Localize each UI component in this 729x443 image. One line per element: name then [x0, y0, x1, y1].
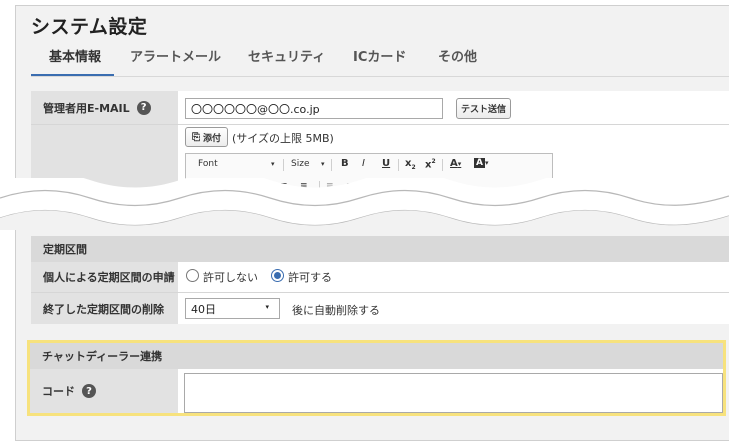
email-input[interactable]: 〇〇〇〇〇〇@〇〇.co.jp [185, 98, 443, 119]
size-select[interactable]: Size [291, 159, 309, 169]
deny-radio[interactable] [186, 269, 199, 282]
tab-divider [31, 76, 729, 77]
toolbar-separator [442, 159, 443, 171]
page-title: システム設定 [31, 16, 148, 38]
toolbar-separator [283, 159, 284, 171]
chevron-down-icon[interactable]: ▾ [271, 160, 275, 168]
chevron-down-icon: ▾ [265, 303, 269, 311]
italic-button[interactable]: I [362, 158, 365, 169]
tab-other[interactable]: その他 [438, 46, 477, 76]
superscript-button[interactable]: x2 [425, 158, 436, 170]
test-send-button[interactable]: テスト送信 [456, 98, 511, 119]
bold-button[interactable]: B [341, 158, 349, 169]
text-color-button[interactable]: A▾ [450, 158, 461, 169]
period-settings-table: 定期区間 個人による定期区間の申請 許可しない 許可する 終了した定期区間の削除… [31, 236, 729, 324]
email-label-cell: 管理者用E-MAIL ? [31, 91, 178, 124]
deny-radio-label[interactable]: 許可しない [203, 269, 258, 285]
highlight-frame [27, 340, 726, 416]
email-value-cell: 〇〇〇〇〇〇@〇〇.co.jp テスト送信 [179, 91, 729, 124]
period-apply-value-cell: 許可しない 許可する [179, 262, 729, 292]
underline-button[interactable]: U [382, 158, 390, 169]
background-color-button[interactable]: A ▾ [474, 158, 488, 168]
tab-security[interactable]: セキュリティ [248, 46, 325, 76]
tab-alert-mail[interactable]: アラートメール [130, 46, 221, 76]
torn-edge-divider [0, 178, 729, 230]
help-icon[interactable]: ? [136, 100, 151, 115]
toolbar-separator [398, 159, 399, 171]
delete-days-select[interactable]: 40日 ▾ [185, 298, 280, 319]
period-delete-row: 終了した定期区間の削除 40日 ▾ 後に自動削除する [31, 293, 729, 324]
font-select[interactable]: Font [198, 159, 218, 169]
attach-button[interactable]: ⎘ 添付 [185, 127, 228, 147]
delete-suffix-text: 後に自動削除する [292, 304, 380, 317]
paperclip-icon: ⎘ [191, 131, 200, 143]
allow-radio[interactable] [271, 269, 284, 282]
toolbar-separator [331, 159, 332, 171]
attach-button-label: 添付 [202, 133, 221, 144]
period-section-header: 定期区間 [31, 236, 729, 262]
period-apply-row: 個人による定期区間の申請 許可しない 許可する [31, 262, 729, 292]
tab-ic-card[interactable]: ICカード [353, 46, 406, 76]
period-delete-value-cell: 40日 ▾ 後に自動削除する [179, 293, 729, 324]
attachment-size-note: (サイズの上限 5MB) [232, 132, 334, 145]
toolbar-row-1: Font ▾ Size ▾ B I U x2 x2 A▾ A ▾ [186, 154, 552, 176]
period-delete-label: 終了した定期区間の削除 [31, 293, 178, 324]
subscript-button[interactable]: x2 [405, 158, 416, 171]
settings-window: システム設定 基本情報 アラートメール セキュリティ ICカード その他 管理者… [0, 0, 729, 443]
tab-basic-info[interactable]: 基本情報 [49, 46, 101, 76]
email-row: 管理者用E-MAIL ? 〇〇〇〇〇〇@〇〇.co.jp テスト送信 [31, 91, 729, 124]
period-apply-label: 個人による定期区間の申請 [31, 262, 178, 292]
email-label: 管理者用E-MAIL [43, 101, 130, 115]
chevron-down-icon[interactable]: ▾ [321, 160, 325, 168]
delete-days-value: 40日 [191, 302, 216, 316]
allow-radio-label[interactable]: 許可する [288, 269, 332, 285]
